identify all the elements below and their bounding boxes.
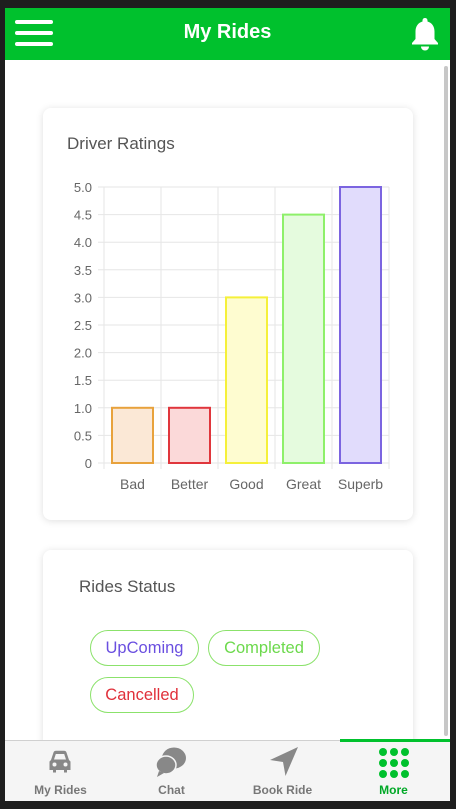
grid-dots-icon bbox=[379, 748, 409, 778]
y-tick-label: 0 bbox=[85, 456, 92, 471]
driver-ratings-chart: 0 0.5 1.0 1.5 2.0 2.5 3.0 3.5 4.0 4.5 5.0 Bad Better… bbox=[74, 180, 390, 492]
tab-label: Chat bbox=[158, 783, 185, 797]
bar-superb bbox=[339, 186, 382, 464]
tab-label: My Rides bbox=[34, 783, 87, 797]
x-tick-label: Great bbox=[286, 476, 321, 492]
tab-chat[interactable]: Chat bbox=[116, 741, 227, 801]
tab-more[interactable]: More bbox=[338, 741, 449, 801]
y-tick-label: 1.5 bbox=[74, 373, 92, 388]
page-title: My Rides bbox=[183, 21, 272, 43]
app-frame: My Rides Driver Ratings 0 0.5 1.0 1.5 2.0 2.5… bbox=[5, 8, 450, 801]
car-icon bbox=[49, 750, 71, 773]
y-tick-label: 3.0 bbox=[74, 290, 92, 305]
rides-status-card: Rides Status UpComing Completed Cancelle… bbox=[43, 550, 413, 750]
tab-label: More bbox=[379, 783, 408, 797]
top-app-bar: My Rides bbox=[5, 8, 450, 60]
y-tick-label: 1.0 bbox=[74, 401, 92, 416]
tab-my-rides[interactable]: My Rides bbox=[5, 741, 116, 801]
tab-label: Book Ride bbox=[252, 783, 313, 797]
bar-better bbox=[168, 406, 211, 464]
cancelled-chip[interactable]: Cancelled bbox=[90, 677, 194, 713]
bar-bad bbox=[111, 406, 154, 464]
bar-great bbox=[282, 213, 325, 464]
tab-book-ride[interactable]: Book Ride bbox=[227, 741, 338, 801]
chat-icon bbox=[155, 747, 186, 777]
y-tick-label: 2.0 bbox=[74, 346, 92, 361]
main-content[interactable]: Driver Ratings 0 0.5 1.0 1.5 2.0 2.5 3.0 3.5 4.0… bbox=[5, 60, 450, 750]
x-tick-label: Better bbox=[171, 476, 209, 492]
x-tick-label: Bad bbox=[120, 476, 145, 492]
y-tick-label: 5.0 bbox=[74, 180, 92, 195]
bottom-tab-bar: My Rides Chat Book Ride More bbox=[5, 739, 450, 801]
x-tick-label: Superb bbox=[338, 476, 383, 492]
y-tick-label: 4.0 bbox=[74, 235, 92, 250]
bar-good bbox=[225, 296, 268, 464]
navigation-arrow-icon bbox=[270, 747, 298, 776]
y-tick-label: 0.5 bbox=[74, 428, 92, 443]
y-tick-label: 4.5 bbox=[74, 208, 92, 223]
bell-icon[interactable] bbox=[408, 16, 442, 52]
y-tick-label: 2.5 bbox=[74, 318, 92, 333]
status-card-title: Rides Status bbox=[79, 577, 176, 596]
scrollbar[interactable] bbox=[444, 66, 448, 736]
x-tick-label: Good bbox=[229, 476, 263, 492]
completed-chip[interactable]: Completed bbox=[208, 630, 320, 666]
upcoming-chip[interactable]: UpComing bbox=[90, 630, 199, 666]
driver-ratings-card: Driver Ratings 0 0.5 1.0 1.5 2.0 2.5 3.0 3.5 4.0… bbox=[43, 108, 413, 520]
y-tick-label: 3.5 bbox=[74, 263, 92, 278]
